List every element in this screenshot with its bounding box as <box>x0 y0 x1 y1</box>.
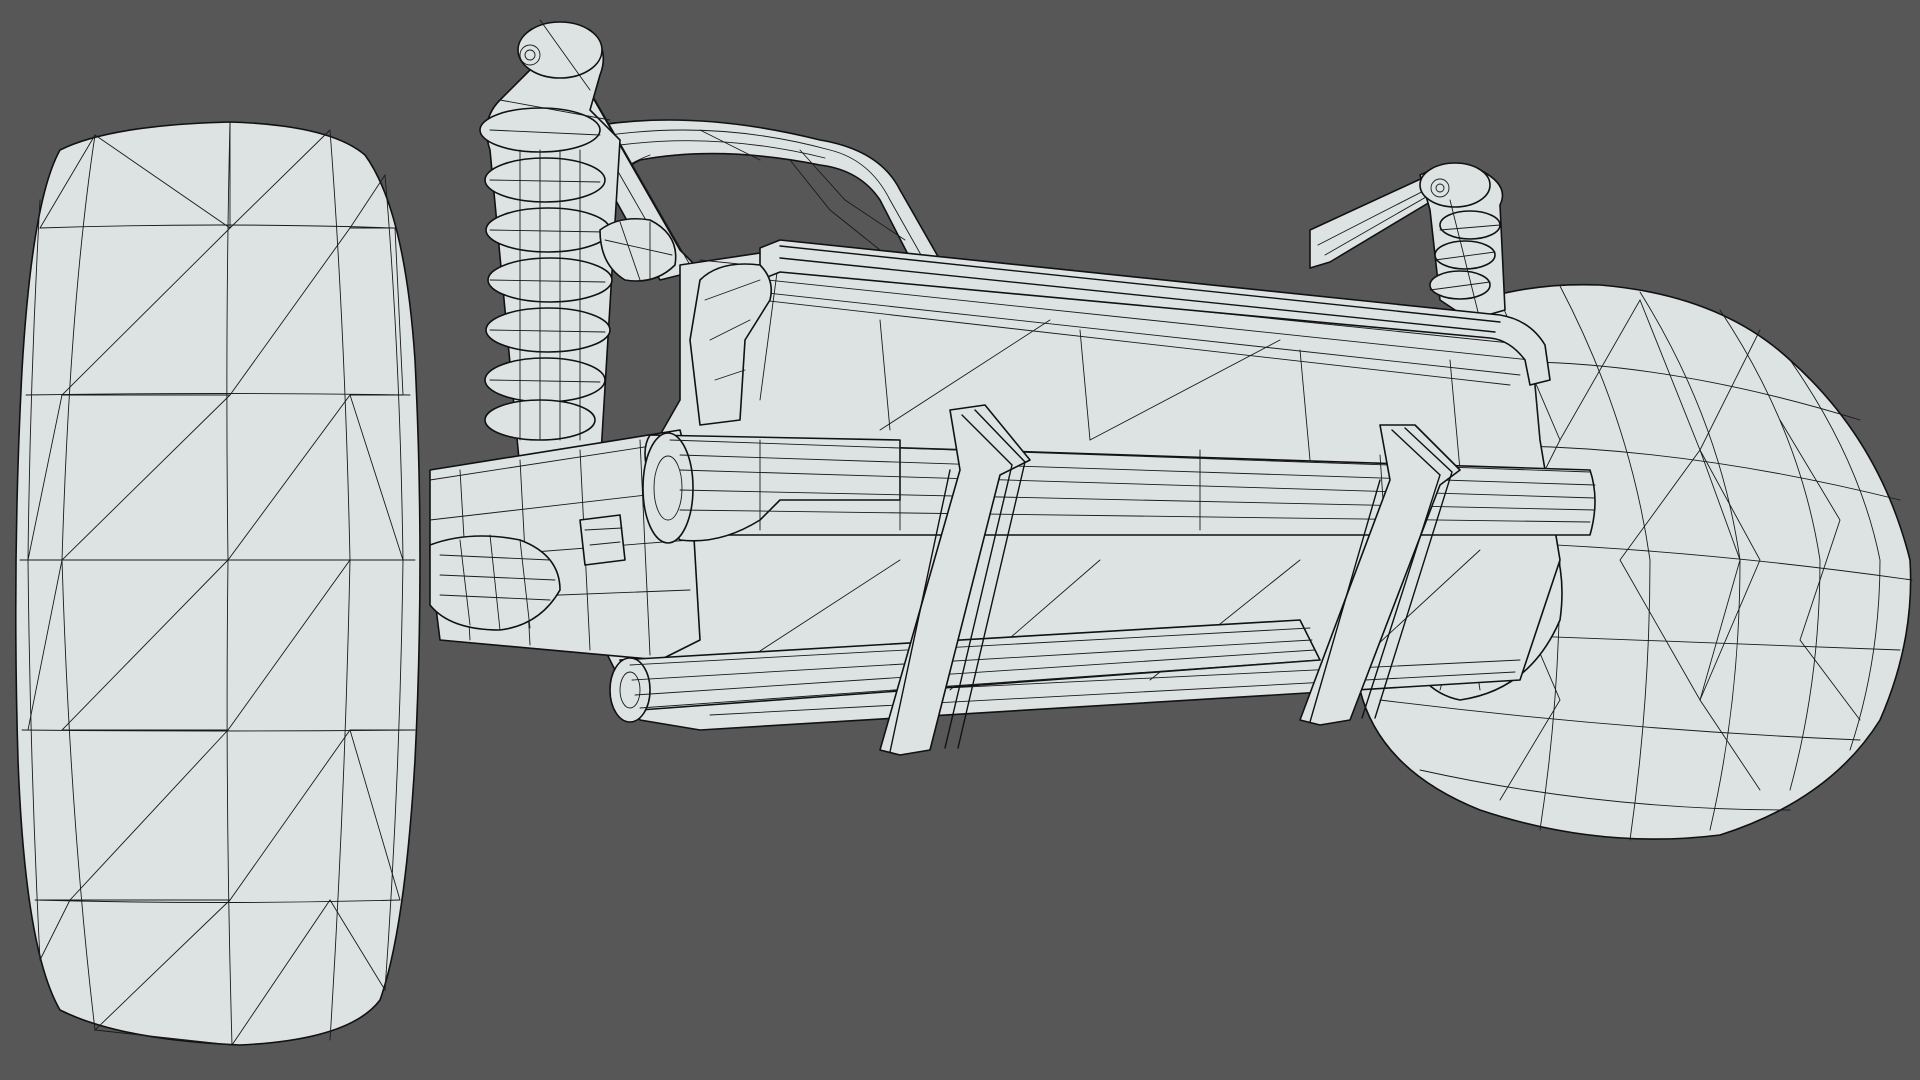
3d-viewport[interactable] <box>0 0 1920 1080</box>
left-wheel[interactable] <box>14 121 421 1046</box>
wireframe-model[interactable] <box>0 0 1920 1080</box>
left-shock-absorber <box>479 19 677 471</box>
right-shock-absorber <box>1419 162 1506 321</box>
